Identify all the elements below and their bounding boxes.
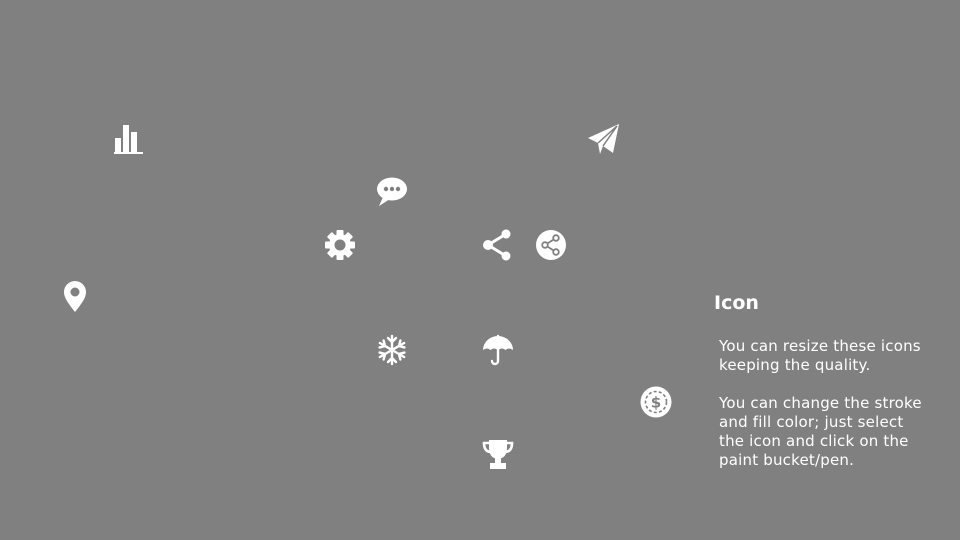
info-description: You can resize these icons keeping the q… [719, 337, 929, 470]
share-icon [481, 228, 515, 262]
svg-text:$: $ [651, 394, 661, 412]
gear-icon [323, 228, 357, 262]
paper-plane-icon [586, 122, 620, 156]
info-paragraph-2: You can change the stroke and fill color… [719, 394, 922, 469]
slide-canvas: $ Icon You can resize these icons keepin… [0, 0, 960, 540]
location-pin-icon [58, 280, 92, 314]
speech-bubble-icon [375, 175, 409, 209]
dollar-coin-icon: $ [639, 385, 673, 419]
trophy-icon [481, 437, 515, 471]
bar-chart-icon [111, 122, 145, 156]
info-title: Icon [714, 292, 759, 314]
umbrella-icon [481, 333, 515, 367]
snowflake-icon [375, 333, 409, 367]
info-paragraph-1: You can resize these icons keeping the q… [719, 337, 921, 374]
share-circle-icon [534, 228, 568, 262]
